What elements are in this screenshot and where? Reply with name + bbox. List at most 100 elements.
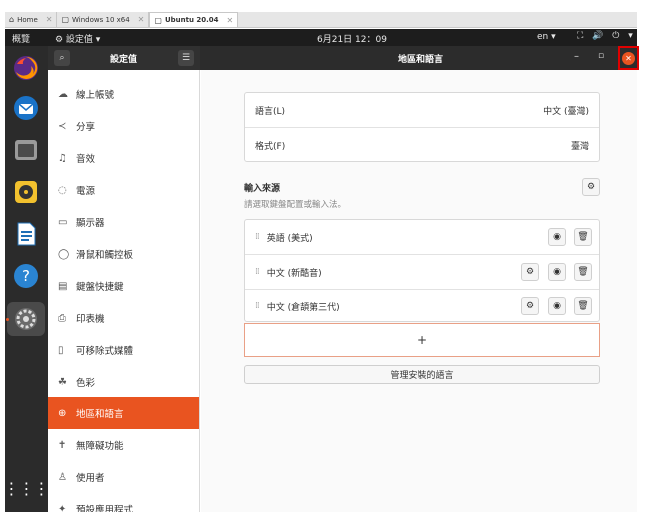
settings-button[interactable]: ⚙ bbox=[521, 263, 539, 281]
sidebar-item-sound[interactable]: ♫ 音效 bbox=[48, 142, 199, 174]
firefox-icon[interactable] bbox=[12, 54, 40, 82]
input-source-options-button[interactable]: ⚙ bbox=[582, 178, 600, 196]
minimize-button[interactable]: – bbox=[574, 51, 579, 62]
svg-text:?: ? bbox=[22, 267, 30, 285]
app-menu[interactable]: ⚙ 設定值 ▾ bbox=[55, 32, 100, 45]
trash-icon: 🗑 bbox=[577, 267, 589, 277]
rhythmbox-icon[interactable] bbox=[12, 178, 40, 206]
language-value: 中文 (臺灣) bbox=[543, 106, 589, 117]
sidebar-item-label: 顯示器 bbox=[76, 218, 105, 229]
help-icon[interactable]: ? bbox=[12, 262, 40, 290]
globe-icon: ⊕ bbox=[58, 407, 67, 419]
sidebar-item-sharing[interactable]: ≺ 分享 bbox=[48, 110, 199, 142]
language-row[interactable]: 語言(L) 中文 (臺灣) bbox=[245, 93, 599, 127]
preview-button[interactable]: ◉ bbox=[548, 263, 566, 281]
gear-icon: ⚙ bbox=[586, 182, 596, 192]
vm-icon: ▢ bbox=[154, 15, 162, 25]
cloud-icon: ☁ bbox=[58, 88, 68, 100]
sidebar-item-label: 印表機 bbox=[76, 314, 105, 325]
close-button[interactable]: ✕ bbox=[622, 52, 635, 65]
home-icon: ⌂ bbox=[9, 15, 15, 24]
sidebar-item-color[interactable]: ☘ 色彩 bbox=[48, 366, 199, 398]
trash-icon: 🗑 bbox=[577, 301, 589, 311]
star-icon: ✦ bbox=[58, 503, 67, 513]
add-input-source-button[interactable]: + bbox=[244, 323, 600, 357]
sidebar-item-users[interactable]: ♙ 使用者 bbox=[48, 461, 199, 493]
close-icon[interactable]: ✕ bbox=[46, 15, 53, 24]
sidebar-item-label: 色彩 bbox=[76, 378, 96, 389]
system-menu[interactable]: ⛶ 🔊 ⏻ ▾ bbox=[577, 31, 636, 41]
sidebar-item-label: 線上帳號 bbox=[76, 90, 115, 101]
sidebar-item-label: 分享 bbox=[76, 122, 96, 133]
sidebar-item-label: 地區和語言 bbox=[76, 409, 124, 420]
sidebar-item-label: 電源 bbox=[76, 186, 96, 197]
sidebar-item-label: 鍵盤快捷鍵 bbox=[76, 282, 124, 293]
top-bar: 概覽 ⚙ 設定值 ▾ 6月21日 12：09 en ▾ ⛶ 🔊 ⏻ ▾ bbox=[5, 29, 637, 46]
share-icon: ≺ bbox=[58, 120, 67, 132]
sidebar-item-default-apps[interactable]: ✦ 預設應用程式 bbox=[48, 493, 199, 513]
printer-icon: ⎙ bbox=[58, 312, 66, 324]
input-sources-hint: 請選取鍵盤配置或輸入法。 bbox=[244, 200, 347, 210]
manage-installed-languages-button[interactable]: 管理安裝的語言 bbox=[244, 365, 600, 384]
language-label: 語言(L) bbox=[255, 106, 286, 117]
vm-tab-ubuntu[interactable]: ▢ Ubuntu 20.04 ✕ bbox=[149, 12, 239, 27]
running-indicator bbox=[6, 318, 9, 321]
list-item[interactable]: ⁞⁞ 中文 (倉頡第三代) ⚙ ◉ 🗑 bbox=[245, 289, 599, 323]
activities-button[interactable]: 概覽 bbox=[12, 32, 30, 45]
sidebar-item-power[interactable]: ◌ 電源 bbox=[48, 174, 199, 206]
eye-icon: ◉ bbox=[553, 232, 561, 242]
display-icon: ▭ bbox=[58, 216, 68, 228]
input-sources-title: 輸入來源 bbox=[244, 184, 281, 194]
sidebar-item-label: 無障礙功能 bbox=[76, 441, 124, 452]
writer-icon[interactable] bbox=[12, 220, 40, 248]
eye-icon: ◉ bbox=[553, 301, 561, 311]
input-sources-list: ⁞⁞ 英語 (美式) ◉ 🗑 ⁞⁞ 中文 (新酷音) ⚙ ◉ 🗑 ⁞⁞ 中文 (… bbox=[244, 219, 600, 322]
search-icon[interactable]: ⌕ bbox=[54, 50, 70, 66]
remove-button[interactable]: 🗑 bbox=[574, 297, 592, 315]
main-header: 地區和語言 – ▫ bbox=[200, 46, 637, 70]
sidebar-item-mouse[interactable]: ◯ 滑鼠和觸控板 bbox=[48, 238, 199, 270]
settings-button[interactable]: ⚙ bbox=[521, 297, 539, 315]
drag-handle-icon[interactable]: ⁞⁞ bbox=[255, 232, 260, 242]
show-applications-icon[interactable]: ⋮⋮⋮ bbox=[4, 474, 50, 502]
vm-tab-home[interactable]: ⌂ Home ✕ bbox=[5, 12, 58, 27]
preview-button[interactable]: ◉ bbox=[548, 297, 566, 315]
remove-button[interactable]: 🗑 bbox=[574, 228, 592, 246]
formats-value: 臺灣 bbox=[570, 141, 589, 152]
formats-row[interactable]: 格式(F) 臺灣 bbox=[245, 128, 599, 162]
remove-button[interactable]: 🗑 bbox=[574, 263, 592, 281]
close-icon[interactable]: ✕ bbox=[138, 15, 145, 24]
menu-icon[interactable]: ☰ bbox=[178, 50, 194, 66]
sidebar-item-label: 使用者 bbox=[76, 473, 105, 484]
gear-icon: ⚙ bbox=[525, 301, 535, 311]
sidebar-title: 設定值 bbox=[110, 55, 138, 65]
list-item[interactable]: ⁞⁞ 中文 (新酷音) ⚙ ◉ 🗑 bbox=[245, 255, 599, 289]
drag-handle-icon[interactable]: ⁞⁞ bbox=[255, 267, 260, 277]
mouse-icon: ◯ bbox=[58, 248, 70, 260]
input-language-indicator[interactable]: en ▾ bbox=[537, 32, 556, 42]
vm-tab-windows[interactable]: ▢ Windows 10 x64 ✕ bbox=[57, 12, 150, 27]
maximize-button[interactable]: ▫ bbox=[598, 51, 604, 61]
settings-icon[interactable] bbox=[7, 302, 45, 336]
sidebar-item-printers[interactable]: ⎙ 印表機 bbox=[48, 302, 199, 334]
sidebar-item-accessibility[interactable]: ✝ 無障礙功能 bbox=[48, 429, 199, 461]
language-format-card: 語言(L) 中文 (臺灣) 格式(F) 臺灣 bbox=[244, 92, 600, 162]
sidebar-item-online-accounts[interactable]: ☁ 線上帳號 bbox=[48, 78, 199, 110]
sidebar-item-displays[interactable]: ▭ 顯示器 bbox=[48, 206, 199, 238]
vm-tab-label: Ubuntu 20.04 bbox=[164, 16, 219, 24]
media-icon: ▯ bbox=[58, 344, 64, 356]
thunderbird-icon[interactable] bbox=[12, 94, 40, 122]
sidebar-item-region-language[interactable]: ⊕ 地區和語言 bbox=[48, 397, 199, 429]
sidebar-item-label: 音效 bbox=[76, 154, 96, 165]
files-icon[interactable] bbox=[12, 136, 40, 164]
sidebar-item-keyboard-shortcuts[interactable]: ▤ 鍵盤快捷鍵 bbox=[48, 270, 199, 302]
drag-handle-icon[interactable]: ⁞⁞ bbox=[255, 301, 260, 311]
formats-label: 格式(F) bbox=[255, 141, 286, 152]
close-icon[interactable]: ✕ bbox=[227, 16, 234, 25]
sidebar-item-removable-media[interactable]: ▯ 可移除式媒體 bbox=[48, 334, 199, 366]
preview-button[interactable]: ◉ bbox=[548, 228, 566, 246]
user-icon: ♙ bbox=[58, 471, 67, 483]
input-source-label: 英語 (美式) bbox=[266, 233, 313, 244]
list-item[interactable]: ⁞⁞ 英語 (美式) ◉ 🗑 bbox=[245, 220, 599, 254]
clock[interactable]: 6月21日 12：09 bbox=[317, 32, 387, 45]
